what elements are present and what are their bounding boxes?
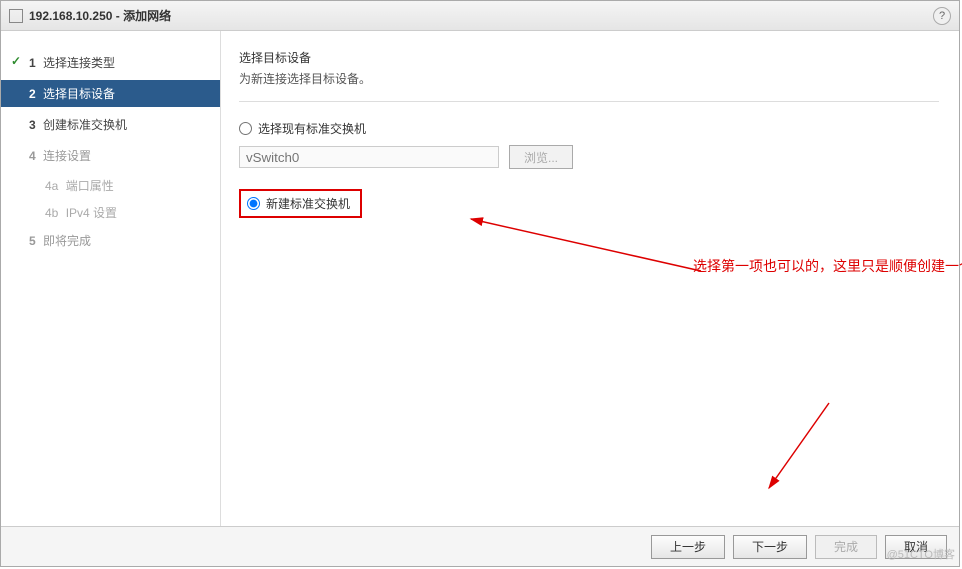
- step-3-create-vswitch[interactable]: 3 创建标准交换机: [1, 111, 220, 138]
- title-host: 192.168.10.250: [29, 9, 112, 23]
- step-label: 即将完成: [43, 234, 91, 248]
- vswitch-name-input: [239, 146, 499, 168]
- footer-bar: 上一步 下一步 完成 取消: [1, 526, 959, 566]
- next-button[interactable]: 下一步: [733, 535, 807, 559]
- content-subheading: 为新连接选择目标设备。: [239, 70, 939, 87]
- existing-vswitch-row: 浏览...: [239, 145, 939, 169]
- wizard-sidebar: 1 选择连接类型 2 选择目标设备 3 创建标准交换机 4 连接设置 4a 端口…: [1, 31, 221, 528]
- radio-new-vswitch[interactable]: [247, 197, 260, 210]
- step-num: 5: [29, 234, 36, 248]
- window-icon: [9, 9, 23, 23]
- radio-existing-label: 选择现有标准交换机: [258, 120, 366, 137]
- content-heading: 选择目标设备: [239, 49, 939, 66]
- annotation-text: 选择第一项也可以的，这里只是顺便创建一个新的虚拟交换机，: [693, 256, 962, 276]
- radio-option-existing[interactable]: 选择现有标准交换机: [239, 120, 939, 137]
- radio-existing-vswitch[interactable]: [239, 122, 252, 135]
- step-num: 3: [29, 118, 36, 132]
- step-label: 创建标准交换机: [43, 118, 127, 132]
- annotation-arrow-2: [749, 398, 839, 498]
- browse-button: 浏览...: [509, 145, 573, 169]
- step-num: 1: [29, 56, 36, 70]
- radio-new-label: 新建标准交换机: [266, 195, 350, 212]
- step-5-ready-to-complete: 5 即将完成: [1, 227, 220, 254]
- step-4-connection-settings: 4 连接设置: [1, 142, 220, 169]
- content-divider: [239, 101, 939, 102]
- substep-label: IPv4 设置: [66, 206, 117, 220]
- title-bar: 192.168.10.250 - 添加网络 ?: [1, 1, 959, 31]
- dialog-window: 192.168.10.250 - 添加网络 ? 1 选择连接类型 2 选择目标设…: [0, 0, 960, 567]
- substep-num: 4a: [45, 179, 58, 193]
- watermark: @51CTO博客: [887, 546, 955, 562]
- substep-label: 端口属性: [66, 179, 114, 193]
- finish-button: 完成: [815, 535, 877, 559]
- step-1-connection-type[interactable]: 1 选择连接类型: [1, 49, 220, 76]
- window-title: 192.168.10.250 - 添加网络: [29, 7, 171, 24]
- step-4b-ipv4-settings: 4b IPv4 设置: [1, 200, 220, 225]
- help-button[interactable]: ?: [933, 7, 951, 25]
- step-num: 2: [29, 87, 36, 101]
- step-label: 选择连接类型: [43, 56, 115, 70]
- content-panel: 选择目标设备 为新连接选择目标设备。 选择现有标准交换机 浏览... 新建标准交…: [221, 31, 959, 528]
- title-label: 添加网络: [123, 9, 171, 23]
- step-label: 选择目标设备: [43, 87, 115, 101]
- step-num: 4: [29, 149, 36, 163]
- substep-num: 4b: [45, 206, 58, 220]
- step-label: 连接设置: [43, 149, 91, 163]
- title-sep: -: [112, 9, 123, 23]
- radio-option-new-highlight: 新建标准交换机: [239, 189, 362, 218]
- back-button[interactable]: 上一步: [651, 535, 725, 559]
- dialog-body: 1 选择连接类型 2 选择目标设备 3 创建标准交换机 4 连接设置 4a 端口…: [1, 31, 959, 528]
- step-2-target-device[interactable]: 2 选择目标设备: [1, 80, 220, 107]
- step-4a-port-properties: 4a 端口属性: [1, 173, 220, 198]
- annotation-arrow-1: [451, 211, 711, 301]
